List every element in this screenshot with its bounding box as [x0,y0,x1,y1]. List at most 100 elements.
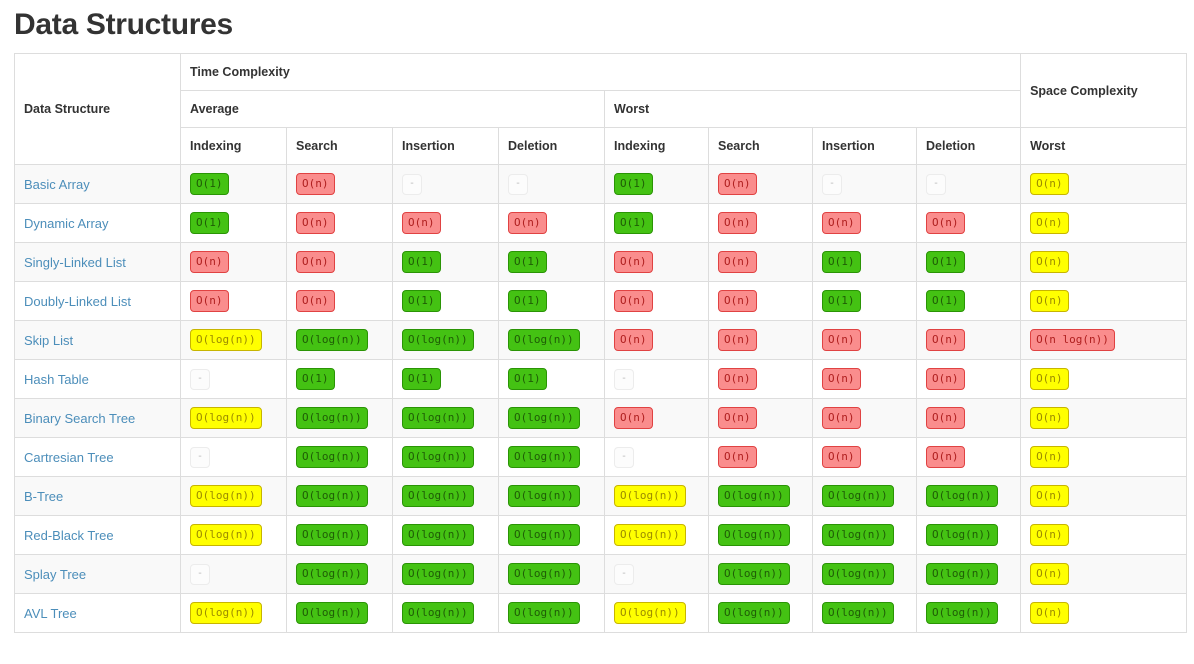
complexity-cell: O(n) [287,204,393,243]
data-structure-name[interactable]: Cartresian Tree [15,438,181,477]
complexity-badge-yellow: O(n) [1030,251,1069,273]
complexity-cell: O(n) [813,204,917,243]
complexity-badge-green: O(1) [926,290,965,312]
complexity-badge-yellow: O(log(n)) [190,329,262,351]
complexity-cell: O(log(n)) [181,516,287,555]
complexity-cell: O(n) [709,243,813,282]
data-structure-name[interactable]: Basic Array [15,165,181,204]
data-structure-name[interactable]: Red-Black Tree [15,516,181,555]
complexity-badge-red: O(n) [296,290,335,312]
data-structure-name[interactable]: Doubly-Linked List [15,282,181,321]
complexity-cell: O(log(n)) [287,594,393,633]
complexity-cell: O(n) [1021,399,1187,438]
complexity-badge-red: O(n log(n)) [1030,329,1115,351]
header-row-groups: Data Structure Time Complexity Space Com… [15,54,1187,91]
complexity-cell: - [813,165,917,204]
complexity-cell: O(1) [813,243,917,282]
complexity-badge-green: O(log(n)) [822,524,894,546]
complexity-cell: O(n) [917,204,1021,243]
page-title: Data Structures [14,8,1180,41]
complexity-cell: O(log(n)) [709,594,813,633]
complexity-badge-green: O(log(n)) [508,407,580,429]
complexity-badge-yellow: O(log(n)) [190,407,262,429]
complexity-badge-yellow: O(n) [1030,563,1069,585]
complexity-badge-none: - [614,369,634,390]
complexity-cell: O(log(n)) [709,516,813,555]
data-structure-name[interactable]: Dynamic Array [15,204,181,243]
complexity-cell: O(log(n)) [709,477,813,516]
complexity-badge-green: O(log(n)) [402,602,474,624]
complexity-badge-green: O(1) [508,290,547,312]
complexity-cell: O(n) [709,282,813,321]
complexity-cell: O(n) [499,204,605,243]
complexity-badge-red: O(n) [718,368,757,390]
complexity-cell: O(1) [393,282,499,321]
data-structure-name[interactable]: AVL Tree [15,594,181,633]
data-structure-name[interactable]: Hash Table [15,360,181,399]
header-avg-insertion: Insertion [393,128,499,165]
complexity-cell: O(n) [181,243,287,282]
data-structure-name[interactable]: Splay Tree [15,555,181,594]
complexity-cell: O(n) [287,243,393,282]
data-structure-name[interactable]: Singly-Linked List [15,243,181,282]
complexity-cell: O(log(n)) [393,477,499,516]
complexity-badge-red: O(n) [402,212,441,234]
complexity-badge-red: O(n) [718,173,757,195]
complexity-cell: - [181,438,287,477]
table-head: Data Structure Time Complexity Space Com… [15,54,1187,165]
complexity-badge-red: O(n) [926,368,965,390]
complexity-badge-green: O(log(n)) [296,407,368,429]
complexity-badge-yellow: O(n) [1030,173,1069,195]
complexity-cell: O(log(n)) [393,594,499,633]
data-structure-name[interactable]: Binary Search Tree [15,399,181,438]
complexity-badge-green: O(1) [508,368,547,390]
table-row: Doubly-Linked ListO(n)O(n)O(1)O(1)O(n)O(… [15,282,1187,321]
complexity-badge-green: O(log(n)) [718,563,790,585]
complexity-badge-green: O(1) [190,173,229,195]
data-structure-name[interactable]: B-Tree [15,477,181,516]
complexity-badge-none: - [190,564,210,585]
complexity-cell: - [393,165,499,204]
complexity-cell: - [605,438,709,477]
complexity-badge-red: O(n) [926,446,965,468]
complexity-badge-red: O(n) [190,251,229,273]
complexity-badge-red: O(n) [822,329,861,351]
complexity-badge-yellow: O(log(n)) [614,524,686,546]
complexity-badge-yellow: O(n) [1030,290,1069,312]
complexity-badge-green: O(log(n)) [822,485,894,507]
complexity-badge-none: - [926,174,946,195]
complexity-cell: O(1) [917,243,1021,282]
table-row: Skip ListO(log(n))O(log(n))O(log(n))O(lo… [15,321,1187,360]
complexity-cell: O(n) [605,282,709,321]
complexity-badge-green: O(log(n)) [402,563,474,585]
complexity-badge-yellow: O(n) [1030,212,1069,234]
table-row: Basic ArrayO(1)O(n)--O(1)O(n)--O(n) [15,165,1187,204]
complexity-cell: O(1) [499,243,605,282]
complexity-badge-green: O(1) [614,212,653,234]
complexity-cell: - [181,555,287,594]
complexity-badge-yellow: O(n) [1030,446,1069,468]
complexity-badge-green: O(1) [508,251,547,273]
complexity-badge-green: O(log(n)) [296,563,368,585]
complexity-cell: O(n) [813,399,917,438]
complexity-cell: O(n) [605,321,709,360]
complexity-badge-yellow: O(n) [1030,368,1069,390]
complexity-badge-red: O(n) [614,407,653,429]
table-row: B-TreeO(log(n))O(log(n))O(log(n))O(log(n… [15,477,1187,516]
complexity-cell: O(n) [813,438,917,477]
complexity-cell: O(1) [393,243,499,282]
complexity-cell: O(n) [605,399,709,438]
table-row: Singly-Linked ListO(n)O(n)O(1)O(1)O(n)O(… [15,243,1187,282]
complexity-cell: O(n) [181,282,287,321]
complexity-badge-green: O(log(n)) [402,407,474,429]
complexity-badge-green: O(1) [296,368,335,390]
complexity-badge-none: - [822,174,842,195]
complexity-cell: O(n) [1021,594,1187,633]
complexity-badge-green: O(log(n)) [926,563,998,585]
data-structure-name[interactable]: Skip List [15,321,181,360]
complexity-cell: O(n) [917,399,1021,438]
complexity-badge-green: O(log(n)) [718,524,790,546]
complexity-badge-green: O(log(n)) [508,602,580,624]
complexity-badge-red: O(n) [614,251,653,273]
complexity-badge-red: O(n) [614,329,653,351]
